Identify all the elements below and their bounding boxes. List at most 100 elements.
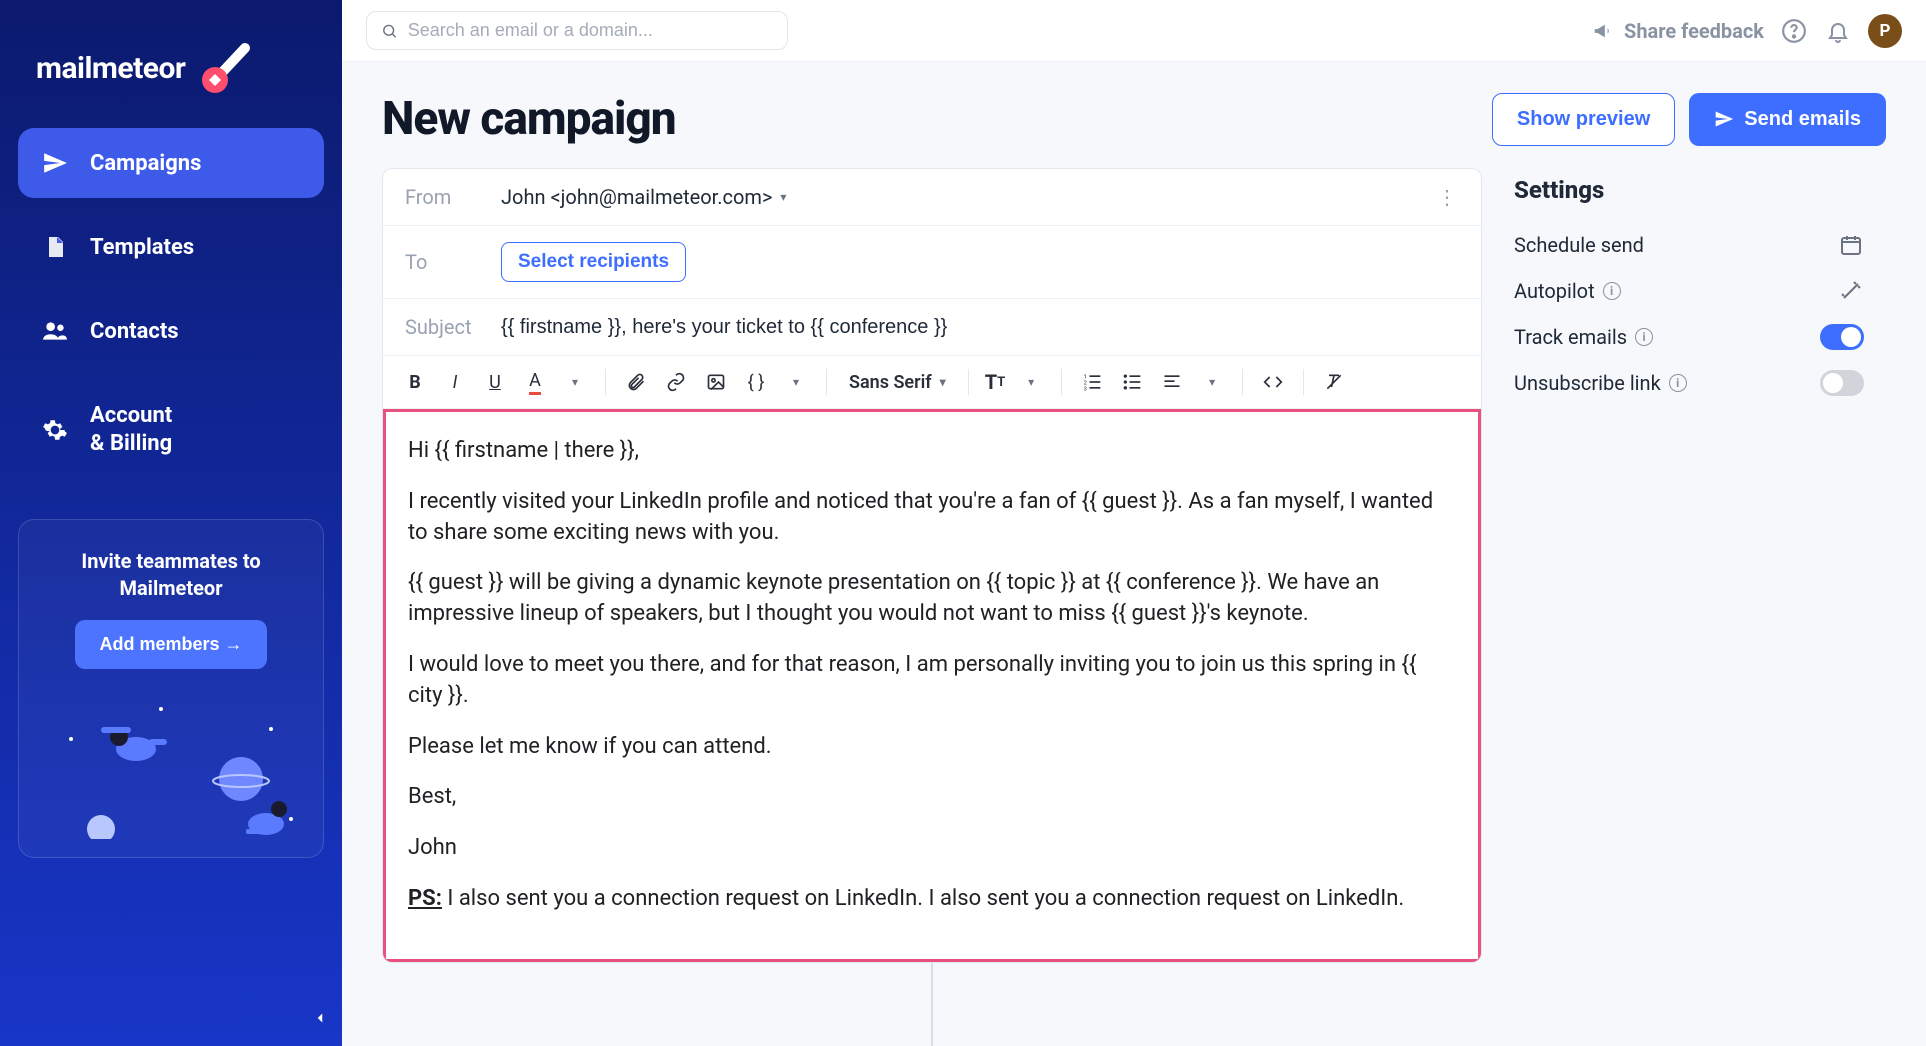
attachment-button[interactable] xyxy=(618,364,654,400)
help-button[interactable] xyxy=(1780,17,1808,45)
text-size-button[interactable]: TT xyxy=(981,364,1009,400)
variables-button[interactable]: { } xyxy=(738,364,774,400)
add-members-button[interactable]: Add members → xyxy=(75,620,266,669)
align-left-icon xyxy=(1162,372,1182,392)
search-input-wrapper[interactable] xyxy=(366,11,788,50)
followup-section: Add a follow-up email xyxy=(382,963,1482,1046)
select-recipients-button[interactable]: Select recipients xyxy=(501,242,686,282)
variables-dropdown[interactable]: ▾ xyxy=(778,364,814,400)
info-icon[interactable]: i xyxy=(1635,328,1653,346)
align-dropdown[interactable]: ▾ xyxy=(1194,364,1230,400)
gear-icon xyxy=(42,417,68,443)
show-preview-label: Show preview xyxy=(1517,108,1650,131)
body-paragraph: {{ guest }} will be giving a dynamic key… xyxy=(408,568,1456,630)
italic-button[interactable]: I xyxy=(437,364,473,400)
content-area: New campaign Show preview Send emails Fr… xyxy=(342,62,1926,1046)
sidebar-item-label: Campaigns xyxy=(90,151,201,176)
unordered-list-button[interactable] xyxy=(1114,364,1150,400)
track-emails-label: Track emails xyxy=(1514,325,1627,349)
show-preview-button[interactable]: Show preview xyxy=(1492,93,1675,146)
ordered-list-button[interactable]: 123 xyxy=(1074,364,1110,400)
calendar-icon[interactable] xyxy=(1838,232,1864,258)
font-family-dropdown[interactable]: Sans Serif ▾ xyxy=(839,372,956,393)
chevron-left-icon xyxy=(311,1009,329,1027)
email-body-editor[interactable]: Hi {{ firstname | there }}, I recently v… xyxy=(383,409,1481,962)
settings-title: Settings xyxy=(1514,176,1864,204)
megaphone-icon xyxy=(1592,20,1614,42)
comet-icon xyxy=(195,38,255,98)
from-label: From xyxy=(405,185,501,209)
code-view-button[interactable] xyxy=(1255,364,1291,400)
send-emails-button[interactable]: Send emails xyxy=(1689,93,1886,146)
clear-formatting-button[interactable] xyxy=(1316,364,1352,400)
editor-toolbar: B I U A ▾ { } ▾ xyxy=(383,356,1481,409)
send-emails-label: Send emails xyxy=(1744,108,1861,131)
subject-label: Subject xyxy=(405,315,501,339)
page-title: New campaign xyxy=(382,92,676,146)
settings-panel: Settings Schedule send Autopilot i Track… xyxy=(1514,168,1864,406)
toolbar-separator xyxy=(968,369,969,395)
align-button[interactable] xyxy=(1154,364,1190,400)
sidebar-item-contacts[interactable]: Contacts xyxy=(18,296,324,366)
body-paragraph: PS: I also sent you a connection request… xyxy=(408,884,1456,915)
toolbar-separator xyxy=(1303,369,1304,395)
sidebar-item-campaigns[interactable]: Campaigns xyxy=(18,128,324,198)
info-icon[interactable]: i xyxy=(1603,282,1621,300)
body-paragraph: Hi {{ firstname | there }}, xyxy=(408,436,1456,467)
link-button[interactable] xyxy=(658,364,694,400)
file-icon xyxy=(42,234,68,260)
chevron-down-icon: ▾ xyxy=(940,375,946,389)
info-icon[interactable]: i xyxy=(1669,374,1687,392)
subject-input[interactable] xyxy=(501,316,1459,339)
from-row: From John <john@mailmeteor.com> ▾ ⋮ xyxy=(383,169,1481,226)
send-icon xyxy=(42,150,68,176)
track-emails-toggle[interactable] xyxy=(1820,324,1864,350)
brand-logo[interactable]: mailmeteor xyxy=(18,18,324,128)
followup-connector xyxy=(931,963,933,1046)
svg-text:3: 3 xyxy=(1084,386,1087,392)
ps-label: PS: xyxy=(408,886,442,911)
collapse-sidebar-button[interactable] xyxy=(306,1004,334,1032)
share-feedback-button[interactable]: Share feedback xyxy=(1592,19,1764,43)
sidebar-item-templates[interactable]: Templates xyxy=(18,212,324,282)
magic-wand-icon[interactable] xyxy=(1838,278,1864,304)
text-color-button[interactable]: A xyxy=(517,364,553,400)
user-avatar[interactable]: P xyxy=(1868,14,1902,48)
add-members-label: Add members → xyxy=(99,634,242,655)
columns: From John <john@mailmeteor.com> ▾ ⋮ To S… xyxy=(342,168,1926,1046)
toolbar-separator xyxy=(826,369,827,395)
bold-button[interactable]: B xyxy=(397,364,433,400)
image-icon xyxy=(706,372,726,392)
font-family-label: Sans Serif xyxy=(849,372,932,393)
invite-teammates-card: Invite teammates to Mailmeteor Add membe… xyxy=(18,519,324,858)
autopilot-label: Autopilot xyxy=(1514,279,1595,303)
unsubscribe-link-toggle[interactable] xyxy=(1820,370,1864,396)
invite-title: Invite teammates to Mailmeteor xyxy=(37,548,305,602)
sidebar-item-account-billing[interactable]: Account& Billing xyxy=(18,380,324,479)
list-ul-icon xyxy=(1122,372,1142,392)
send-icon xyxy=(1714,109,1734,129)
underline-button[interactable]: U xyxy=(477,364,513,400)
subject-row: Subject xyxy=(383,299,1481,356)
body-paragraph: I would love to meet you there, and for … xyxy=(408,650,1456,712)
share-feedback-label: Share feedback xyxy=(1624,19,1764,43)
code-icon xyxy=(1263,372,1283,392)
setting-schedule-send[interactable]: Schedule send xyxy=(1514,222,1864,268)
notifications-button[interactable] xyxy=(1824,17,1852,45)
image-button[interactable] xyxy=(698,364,734,400)
header-actions: Show preview Send emails xyxy=(1492,93,1886,146)
page-header: New campaign Show preview Send emails xyxy=(342,62,1926,168)
list-ol-icon: 123 xyxy=(1082,372,1102,392)
text-size-dropdown[interactable]: ▾ xyxy=(1013,364,1049,400)
from-value-dropdown[interactable]: John <john@mailmeteor.com> ▾ xyxy=(501,185,786,209)
search-input[interactable] xyxy=(408,20,773,41)
body-paragraph: John xyxy=(408,833,1456,864)
text-color-dropdown[interactable]: ▾ xyxy=(557,364,593,400)
bell-icon xyxy=(1826,19,1850,43)
search-icon xyxy=(381,22,398,40)
invite-illustration xyxy=(37,679,305,839)
clear-format-icon xyxy=(1324,372,1344,392)
sidebar-item-label: Contacts xyxy=(90,319,179,344)
from-row-menu-button[interactable]: ⋮ xyxy=(1435,185,1459,209)
setting-autopilot[interactable]: Autopilot i xyxy=(1514,268,1864,314)
